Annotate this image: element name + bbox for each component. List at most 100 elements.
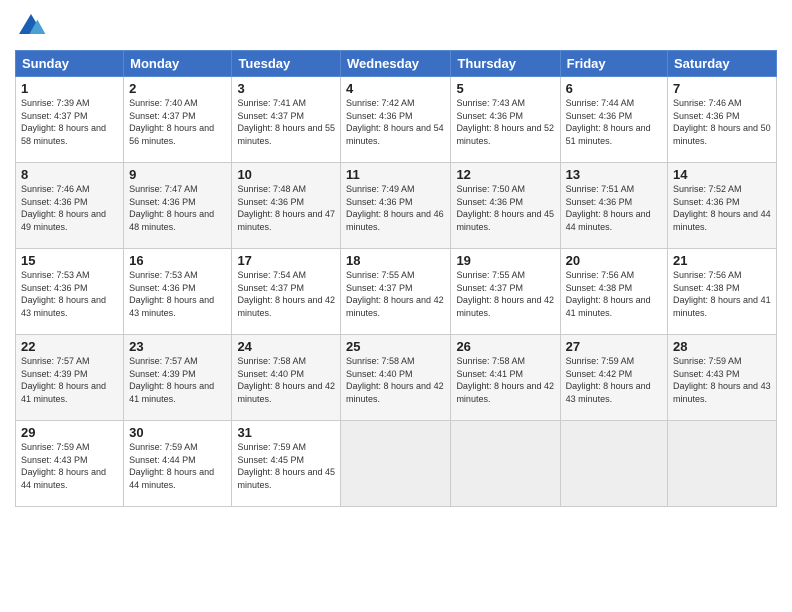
calendar-cell: 16 Sunrise: 7:53 AM Sunset: 4:36 PM Dayl…: [124, 249, 232, 335]
day-info: Sunrise: 7:46 AM Sunset: 4:36 PM Dayligh…: [21, 183, 118, 233]
calendar-table: SundayMondayTuesdayWednesdayThursdayFrid…: [15, 50, 777, 507]
day-number: 7: [673, 81, 771, 96]
day-number: 1: [21, 81, 118, 96]
calendar-cell: 10 Sunrise: 7:48 AM Sunset: 4:36 PM Dayl…: [232, 163, 341, 249]
calendar-cell: [341, 421, 451, 507]
day-info: Sunrise: 7:59 AM Sunset: 4:45 PM Dayligh…: [237, 441, 335, 491]
calendar-cell: 15 Sunrise: 7:53 AM Sunset: 4:36 PM Dayl…: [16, 249, 124, 335]
calendar-header-row: SundayMondayTuesdayWednesdayThursdayFrid…: [16, 51, 777, 77]
day-info: Sunrise: 7:59 AM Sunset: 4:42 PM Dayligh…: [566, 355, 662, 405]
calendar-cell: 28 Sunrise: 7:59 AM Sunset: 4:43 PM Dayl…: [668, 335, 777, 421]
calendar-cell: [668, 421, 777, 507]
calendar-cell: 2 Sunrise: 7:40 AM Sunset: 4:37 PM Dayli…: [124, 77, 232, 163]
calendar-cell: 14 Sunrise: 7:52 AM Sunset: 4:36 PM Dayl…: [668, 163, 777, 249]
day-info: Sunrise: 7:58 AM Sunset: 4:40 PM Dayligh…: [237, 355, 335, 405]
day-number: 28: [673, 339, 771, 354]
col-header-friday: Friday: [560, 51, 667, 77]
day-info: Sunrise: 7:56 AM Sunset: 4:38 PM Dayligh…: [673, 269, 771, 319]
calendar-cell: 22 Sunrise: 7:57 AM Sunset: 4:39 PM Dayl…: [16, 335, 124, 421]
day-number: 11: [346, 167, 445, 182]
calendar-cell: 24 Sunrise: 7:58 AM Sunset: 4:40 PM Dayl…: [232, 335, 341, 421]
day-number: 12: [456, 167, 554, 182]
day-info: Sunrise: 7:50 AM Sunset: 4:36 PM Dayligh…: [456, 183, 554, 233]
col-header-sunday: Sunday: [16, 51, 124, 77]
calendar-cell: 1 Sunrise: 7:39 AM Sunset: 4:37 PM Dayli…: [16, 77, 124, 163]
calendar-week-5: 29 Sunrise: 7:59 AM Sunset: 4:43 PM Dayl…: [16, 421, 777, 507]
day-info: Sunrise: 7:58 AM Sunset: 4:41 PM Dayligh…: [456, 355, 554, 405]
day-number: 18: [346, 253, 445, 268]
calendar-cell: 12 Sunrise: 7:50 AM Sunset: 4:36 PM Dayl…: [451, 163, 560, 249]
col-header-monday: Monday: [124, 51, 232, 77]
day-number: 8: [21, 167, 118, 182]
day-number: 21: [673, 253, 771, 268]
header: [15, 10, 777, 42]
day-info: Sunrise: 7:59 AM Sunset: 4:44 PM Dayligh…: [129, 441, 226, 491]
day-info: Sunrise: 7:59 AM Sunset: 4:43 PM Dayligh…: [673, 355, 771, 405]
day-info: Sunrise: 7:53 AM Sunset: 4:36 PM Dayligh…: [21, 269, 118, 319]
logo: [15, 10, 51, 42]
day-number: 20: [566, 253, 662, 268]
calendar-cell: 13 Sunrise: 7:51 AM Sunset: 4:36 PM Dayl…: [560, 163, 667, 249]
day-info: Sunrise: 7:58 AM Sunset: 4:40 PM Dayligh…: [346, 355, 445, 405]
calendar-week-2: 8 Sunrise: 7:46 AM Sunset: 4:36 PM Dayli…: [16, 163, 777, 249]
calendar-week-1: 1 Sunrise: 7:39 AM Sunset: 4:37 PM Dayli…: [16, 77, 777, 163]
day-number: 26: [456, 339, 554, 354]
calendar-cell: 8 Sunrise: 7:46 AM Sunset: 4:36 PM Dayli…: [16, 163, 124, 249]
calendar-cell: 18 Sunrise: 7:55 AM Sunset: 4:37 PM Dayl…: [341, 249, 451, 335]
col-header-tuesday: Tuesday: [232, 51, 341, 77]
logo-icon: [15, 10, 47, 42]
calendar-cell: 11 Sunrise: 7:49 AM Sunset: 4:36 PM Dayl…: [341, 163, 451, 249]
calendar-cell: 4 Sunrise: 7:42 AM Sunset: 4:36 PM Dayli…: [341, 77, 451, 163]
calendar-week-3: 15 Sunrise: 7:53 AM Sunset: 4:36 PM Dayl…: [16, 249, 777, 335]
day-number: 16: [129, 253, 226, 268]
day-info: Sunrise: 7:57 AM Sunset: 4:39 PM Dayligh…: [21, 355, 118, 405]
day-info: Sunrise: 7:56 AM Sunset: 4:38 PM Dayligh…: [566, 269, 662, 319]
day-number: 6: [566, 81, 662, 96]
day-info: Sunrise: 7:55 AM Sunset: 4:37 PM Dayligh…: [456, 269, 554, 319]
calendar-cell: 25 Sunrise: 7:58 AM Sunset: 4:40 PM Dayl…: [341, 335, 451, 421]
calendar-cell: 23 Sunrise: 7:57 AM Sunset: 4:39 PM Dayl…: [124, 335, 232, 421]
calendar-cell: 29 Sunrise: 7:59 AM Sunset: 4:43 PM Dayl…: [16, 421, 124, 507]
day-info: Sunrise: 7:57 AM Sunset: 4:39 PM Dayligh…: [129, 355, 226, 405]
day-info: Sunrise: 7:55 AM Sunset: 4:37 PM Dayligh…: [346, 269, 445, 319]
calendar-cell: 7 Sunrise: 7:46 AM Sunset: 4:36 PM Dayli…: [668, 77, 777, 163]
day-info: Sunrise: 7:47 AM Sunset: 4:36 PM Dayligh…: [129, 183, 226, 233]
day-number: 22: [21, 339, 118, 354]
day-number: 23: [129, 339, 226, 354]
day-number: 3: [237, 81, 335, 96]
day-info: Sunrise: 7:54 AM Sunset: 4:37 PM Dayligh…: [237, 269, 335, 319]
day-number: 24: [237, 339, 335, 354]
day-number: 27: [566, 339, 662, 354]
day-info: Sunrise: 7:49 AM Sunset: 4:36 PM Dayligh…: [346, 183, 445, 233]
calendar-week-4: 22 Sunrise: 7:57 AM Sunset: 4:39 PM Dayl…: [16, 335, 777, 421]
day-info: Sunrise: 7:52 AM Sunset: 4:36 PM Dayligh…: [673, 183, 771, 233]
calendar-cell: 5 Sunrise: 7:43 AM Sunset: 4:36 PM Dayli…: [451, 77, 560, 163]
calendar-cell: 19 Sunrise: 7:55 AM Sunset: 4:37 PM Dayl…: [451, 249, 560, 335]
day-info: Sunrise: 7:51 AM Sunset: 4:36 PM Dayligh…: [566, 183, 662, 233]
day-info: Sunrise: 7:46 AM Sunset: 4:36 PM Dayligh…: [673, 97, 771, 147]
calendar-cell: 9 Sunrise: 7:47 AM Sunset: 4:36 PM Dayli…: [124, 163, 232, 249]
day-info: Sunrise: 7:41 AM Sunset: 4:37 PM Dayligh…: [237, 97, 335, 147]
page: SundayMondayTuesdayWednesdayThursdayFrid…: [0, 0, 792, 612]
calendar-cell: [560, 421, 667, 507]
day-info: Sunrise: 7:59 AM Sunset: 4:43 PM Dayligh…: [21, 441, 118, 491]
col-header-saturday: Saturday: [668, 51, 777, 77]
calendar-cell: 31 Sunrise: 7:59 AM Sunset: 4:45 PM Dayl…: [232, 421, 341, 507]
day-number: 4: [346, 81, 445, 96]
day-number: 25: [346, 339, 445, 354]
calendar-cell: 27 Sunrise: 7:59 AM Sunset: 4:42 PM Dayl…: [560, 335, 667, 421]
day-info: Sunrise: 7:48 AM Sunset: 4:36 PM Dayligh…: [237, 183, 335, 233]
calendar-cell: 30 Sunrise: 7:59 AM Sunset: 4:44 PM Dayl…: [124, 421, 232, 507]
day-info: Sunrise: 7:42 AM Sunset: 4:36 PM Dayligh…: [346, 97, 445, 147]
day-number: 30: [129, 425, 226, 440]
day-number: 19: [456, 253, 554, 268]
day-number: 10: [237, 167, 335, 182]
day-number: 13: [566, 167, 662, 182]
calendar-cell: [451, 421, 560, 507]
col-header-thursday: Thursday: [451, 51, 560, 77]
day-number: 9: [129, 167, 226, 182]
day-info: Sunrise: 7:40 AM Sunset: 4:37 PM Dayligh…: [129, 97, 226, 147]
day-number: 29: [21, 425, 118, 440]
calendar-cell: 20 Sunrise: 7:56 AM Sunset: 4:38 PM Dayl…: [560, 249, 667, 335]
day-number: 15: [21, 253, 118, 268]
